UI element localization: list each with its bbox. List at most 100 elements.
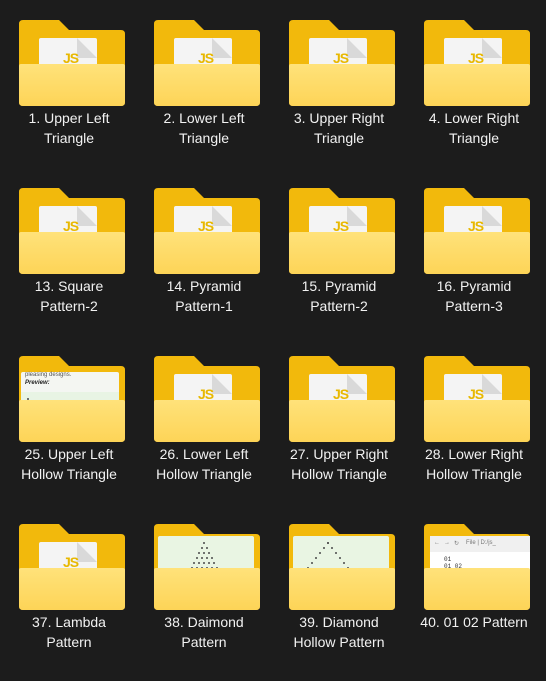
folder-icon: JS <box>424 20 530 106</box>
folder-name-line2: Triangle <box>178 130 230 146</box>
folder-name-line1: 15. Pyramid <box>301 278 377 294</box>
folder-front <box>289 64 395 106</box>
folder-name-line2: Pattern <box>46 634 92 650</box>
folder-item[interactable]: JS 4. Lower Right Triangle <box>407 2 541 162</box>
folder-name: 16. Pyramid Pattern-3 <box>407 276 541 316</box>
pattern-dot <box>208 552 210 554</box>
folder-front <box>19 400 125 442</box>
folder-item[interactable]: JS 1. Upper Left Triangle <box>2 2 136 162</box>
folder-name-line2: Hollow Pattern <box>293 634 385 650</box>
pattern-dot <box>323 547 325 549</box>
browser-address-bar: ← → ↻ File | D:/js_ <box>430 536 530 552</box>
folder-front <box>424 64 530 106</box>
folder-name: 4. Lower Right Triangle <box>407 108 541 148</box>
folder-name-line1: 26. Lower Left <box>159 446 249 462</box>
pattern-dot <box>339 557 341 559</box>
pattern-dot <box>213 562 215 564</box>
folder-name-line1: 39. Diamond <box>299 614 379 630</box>
pattern-dot <box>315 557 317 559</box>
folder-name: 28. Lower Right Hollow Triangle <box>407 444 541 484</box>
folder-name: 14. Pyramid Pattern-1 <box>137 276 271 316</box>
folder-item[interactable]: JS 28. Lower Right Hollow Triangle <box>407 338 541 498</box>
folder-name: 15. Pyramid Pattern-2 <box>272 276 406 316</box>
folder-name-line1: 16. Pyramid <box>436 278 512 294</box>
pattern-dot <box>319 552 321 554</box>
pattern-dot <box>335 552 337 554</box>
pattern-dot <box>200 557 203 559</box>
folder-name: 39. Diamond Hollow Pattern <box>272 612 406 652</box>
folder-icon: JS <box>154 356 260 442</box>
folder-name-line1: 13. Square <box>34 278 104 294</box>
folder-item[interactable]: pleasing designs. Preview: 25. Upper Lef… <box>2 338 136 498</box>
folder-name-line2: Triangle <box>448 130 500 146</box>
pattern-dot <box>205 547 208 549</box>
folder-icon: JS <box>19 188 125 274</box>
folder-name-line2: Hollow Triangle <box>156 466 252 482</box>
pattern-dot <box>331 547 333 549</box>
folder-icon: pleasing designs. Preview: <box>19 356 125 442</box>
folder-item[interactable]: JS 16. Pyramid Pattern-3 <box>407 170 541 330</box>
folder-item[interactable]: JS 15. Pyramid Pattern-2 <box>272 170 406 330</box>
folder-front <box>154 400 260 442</box>
folder-icon <box>154 524 260 610</box>
folder-name-line1: 2. Lower Left <box>163 110 245 126</box>
folder-front <box>289 232 395 274</box>
folder-front <box>154 232 260 274</box>
pattern-dot <box>203 542 205 544</box>
output-line: 01 <box>444 556 452 563</box>
pattern-dot <box>203 552 205 554</box>
folder-item[interactable]: JS 27. Upper Right Hollow Triangle <box>272 338 406 498</box>
pattern-dot <box>198 562 200 564</box>
reload-icon: ↻ <box>454 541 460 547</box>
folder-name-line2: Pattern-3 <box>445 298 503 314</box>
folder-name-line1: 27. Upper Right <box>289 446 389 462</box>
folder-front <box>19 64 125 106</box>
folder-name-line2: Triangle <box>43 130 95 146</box>
folder-name: 25. Upper Left Hollow Triangle <box>2 444 136 484</box>
preview-text: pleasing designs. <box>25 372 72 378</box>
folder-name: 2. Lower Left Triangle <box>137 108 271 148</box>
folder-item[interactable]: 39. Diamond Hollow Pattern <box>272 506 406 666</box>
folder-icon: JS <box>19 524 125 610</box>
folder-front <box>424 568 530 610</box>
folder-name: 3. Upper Right Triangle <box>272 108 406 148</box>
pattern-dot <box>327 542 329 544</box>
folder-item[interactable]: JS 37. Lambda Pattern <box>2 506 136 666</box>
folder-icon: ← → ↻ File | D:/js_ 01 01 02 <box>424 524 530 610</box>
folder-item[interactable]: ← → ↻ File | D:/js_ 01 01 02 40. 01 02 P… <box>407 506 541 666</box>
folder-icon: JS <box>154 20 260 106</box>
folder-name: 40. 01 02 Pattern <box>407 612 541 632</box>
folder-name-line1: 37. Lambda <box>32 614 106 630</box>
folder-front <box>424 400 530 442</box>
folder-name: 37. Lambda Pattern <box>2 612 136 652</box>
folder-name-line2: Pattern <box>181 634 227 650</box>
folder-icon <box>289 524 395 610</box>
folder-name-line1: 1. Upper Left <box>28 110 110 126</box>
folder-item[interactable]: JS 2. Lower Left Triangle <box>137 2 271 162</box>
folder-name-line2: Pattern-2 <box>40 298 98 314</box>
folder-name: 26. Lower Left Hollow Triangle <box>137 444 271 484</box>
folder-item[interactable]: JS 3. Upper Right Triangle <box>272 2 406 162</box>
folder-item[interactable]: JS 14. Pyramid Pattern-1 <box>137 170 271 330</box>
folder-name-line2: Hollow Triangle <box>426 466 522 482</box>
folder-name-line1: 3. Upper Right <box>293 110 385 126</box>
folder-front <box>424 232 530 274</box>
folder-name-line2: Triangle <box>313 130 365 146</box>
folder-name-line1: 4. Lower Right <box>428 110 520 126</box>
folder-name-line2: Hollow Triangle <box>291 466 387 482</box>
folder-item[interactable]: 38. Daimond Pattern <box>137 506 271 666</box>
folder-name-line1: 14. Pyramid <box>166 278 242 294</box>
folder-item[interactable]: JS 13. Square Pattern-2 <box>2 170 136 330</box>
folder-name: 38. Daimond Pattern <box>137 612 271 652</box>
pattern-dot <box>200 547 203 549</box>
pattern-dot <box>193 562 195 564</box>
folder-name: 1. Upper Left Triangle <box>2 108 136 148</box>
folder-item[interactable]: JS 26. Lower Left Hollow Triangle <box>137 338 271 498</box>
preview-heading: Preview: <box>25 380 50 386</box>
folder-front <box>154 568 260 610</box>
folder-name-line2: Hollow Triangle <box>21 466 117 482</box>
pattern-dot <box>343 562 345 564</box>
folder-icon: JS <box>289 20 395 106</box>
pattern-dot <box>311 562 313 564</box>
folder-front <box>19 568 125 610</box>
